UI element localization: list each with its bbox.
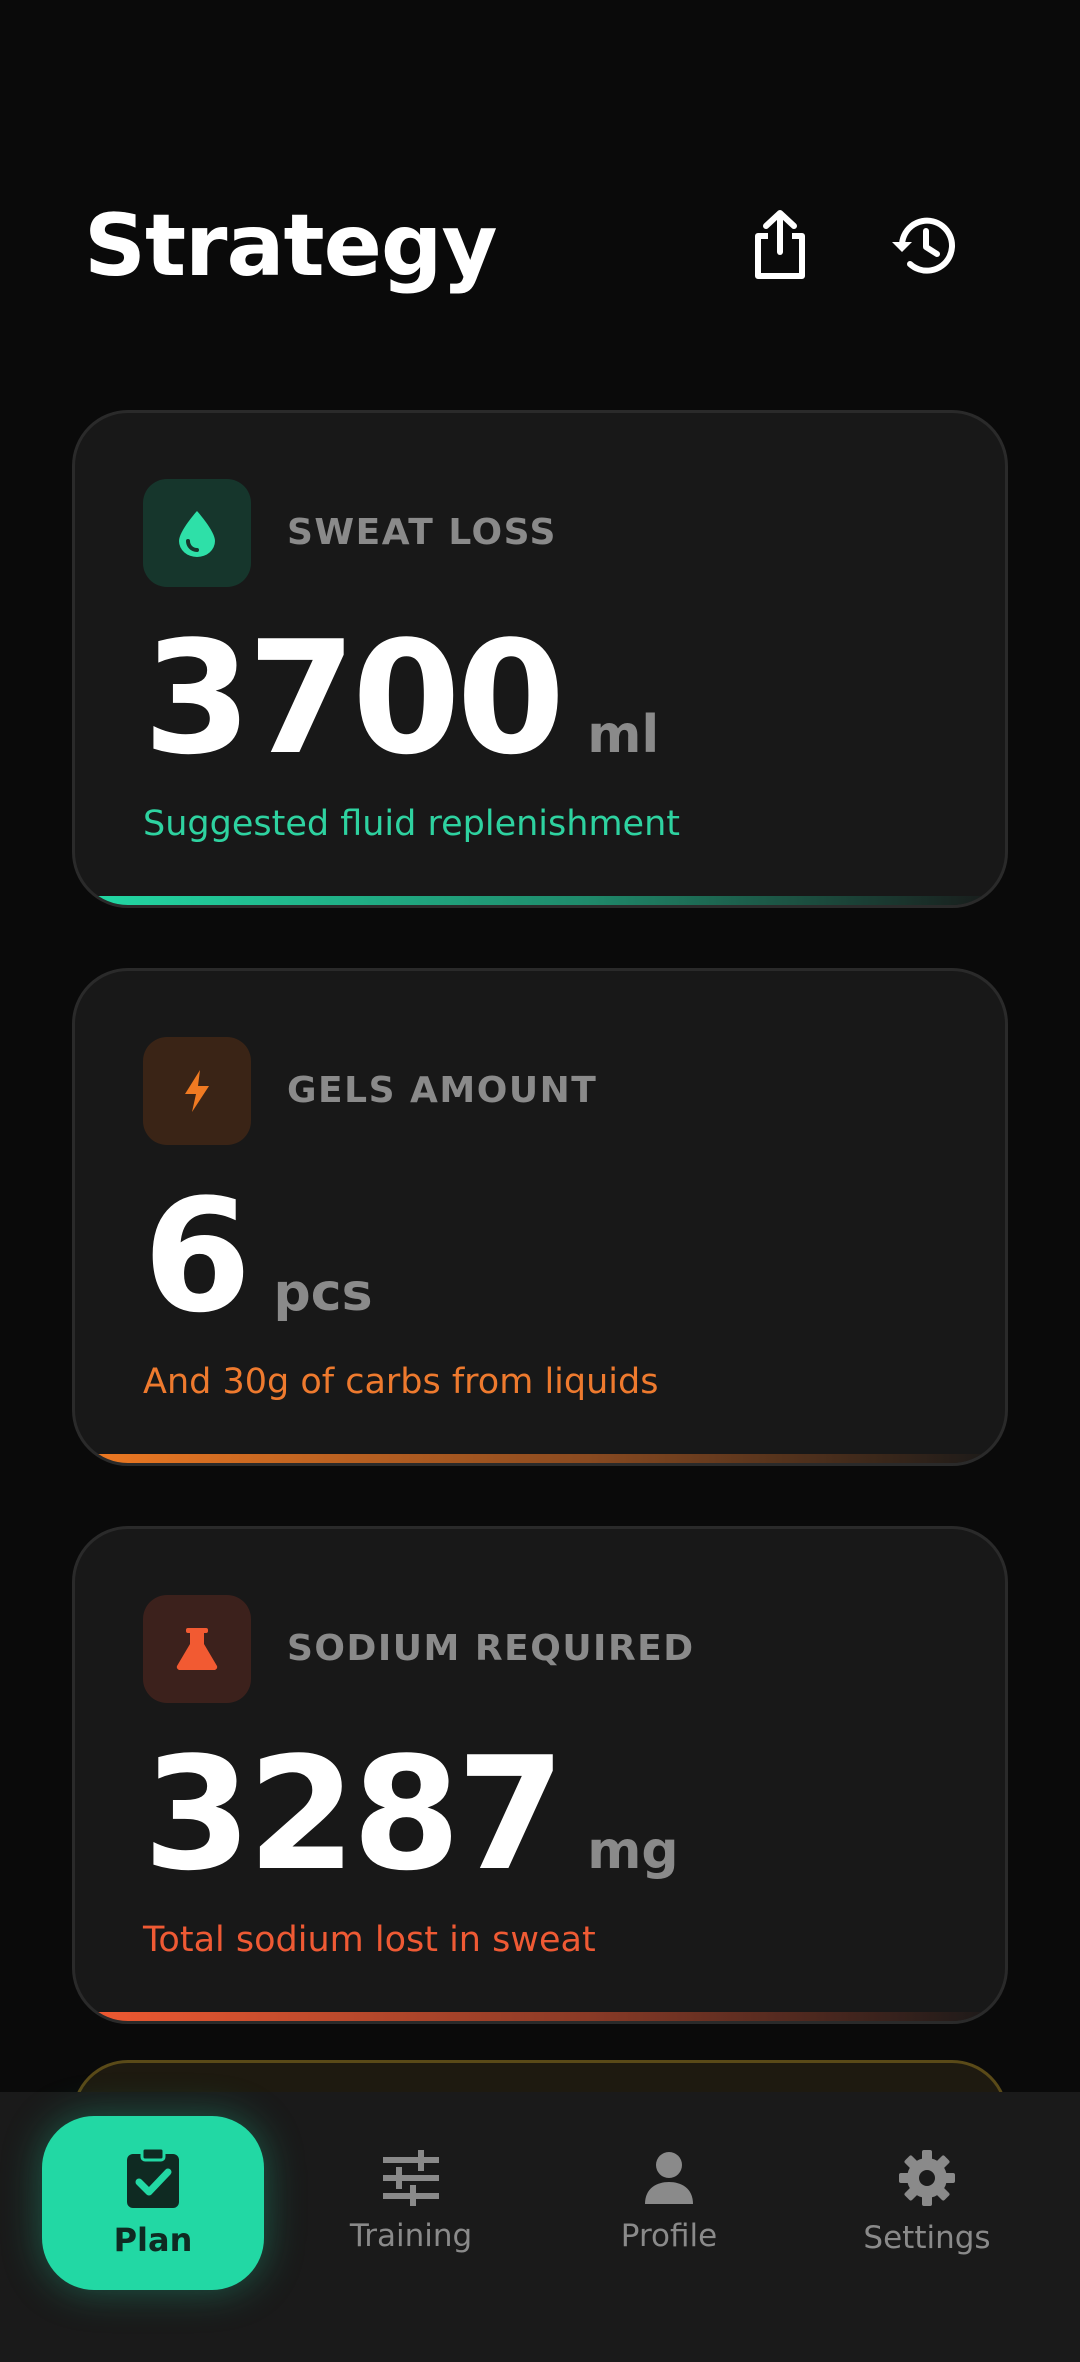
nav-label: Training <box>349 2218 473 2254</box>
flask-icon <box>143 1595 251 1703</box>
card-subtitle: And 30g of carbs from liquids <box>143 1362 659 1402</box>
nav-plan[interactable]: Plan <box>42 2116 264 2290</box>
history-button[interactable] <box>875 196 975 296</box>
gear-icon <box>899 2150 955 2206</box>
card-value: 6 <box>143 1165 252 1347</box>
person-icon <box>645 2152 693 2204</box>
lightning-bolt-icon <box>143 1037 251 1145</box>
value-row: 6 pcs <box>143 1165 373 1347</box>
nav-profile[interactable]: Profile <box>558 2116 780 2290</box>
accent-bar <box>75 896 1005 905</box>
bottom-nav: Plan Training Profile Settings <box>0 2092 1080 2362</box>
clipboard-check-icon <box>127 2146 179 2208</box>
card-unit: pcs <box>273 1263 373 1323</box>
page-title: Strategy <box>84 196 498 296</box>
water-drop-icon <box>143 479 251 587</box>
nav-training[interactable]: Training <box>300 2116 522 2290</box>
card-label: SODIUM REQUIRED <box>287 1628 695 1669</box>
value-row: 3287 mg <box>143 1723 679 1905</box>
card-unit: mg <box>587 1821 679 1881</box>
accent-bar <box>75 1454 1005 1463</box>
value-row: 3700 ml <box>143 607 660 789</box>
history-icon <box>892 217 955 274</box>
card-sweat-loss[interactable]: SWEAT LOSS 3700 ml Suggested fluid reple… <box>72 410 1008 908</box>
share-icon <box>755 210 805 279</box>
card-value: 3287 <box>143 1723 565 1905</box>
nav-label: Profile <box>620 2218 718 2254</box>
nav-label: Settings <box>863 2220 991 2256</box>
nav-settings[interactable]: Settings <box>816 2116 1038 2290</box>
strategy-screen: Strategy SWEAT LOSS 3700 ml Suggested fl… <box>0 0 1080 2362</box>
card-label: SWEAT LOSS <box>287 512 557 553</box>
card-value: 3700 <box>143 607 565 789</box>
share-button[interactable] <box>730 196 830 296</box>
card-gels-amount[interactable]: GELS AMOUNT 6 pcs And 30g of carbs from … <box>72 968 1008 1466</box>
header: Strategy <box>0 0 1080 380</box>
sliders-icon <box>383 2150 439 2206</box>
card-subtitle: Suggested fluid replenishment <box>143 804 680 844</box>
accent-bar <box>75 2012 1005 2021</box>
card-sodium-required[interactable]: SODIUM REQUIRED 3287 mg Total sodium los… <box>72 1526 1008 2024</box>
card-unit: ml <box>587 705 660 765</box>
card-label: GELS AMOUNT <box>287 1070 598 1111</box>
nav-label: Plan <box>113 2221 193 2259</box>
card-subtitle: Total sodium lost in sweat <box>143 1920 596 1960</box>
